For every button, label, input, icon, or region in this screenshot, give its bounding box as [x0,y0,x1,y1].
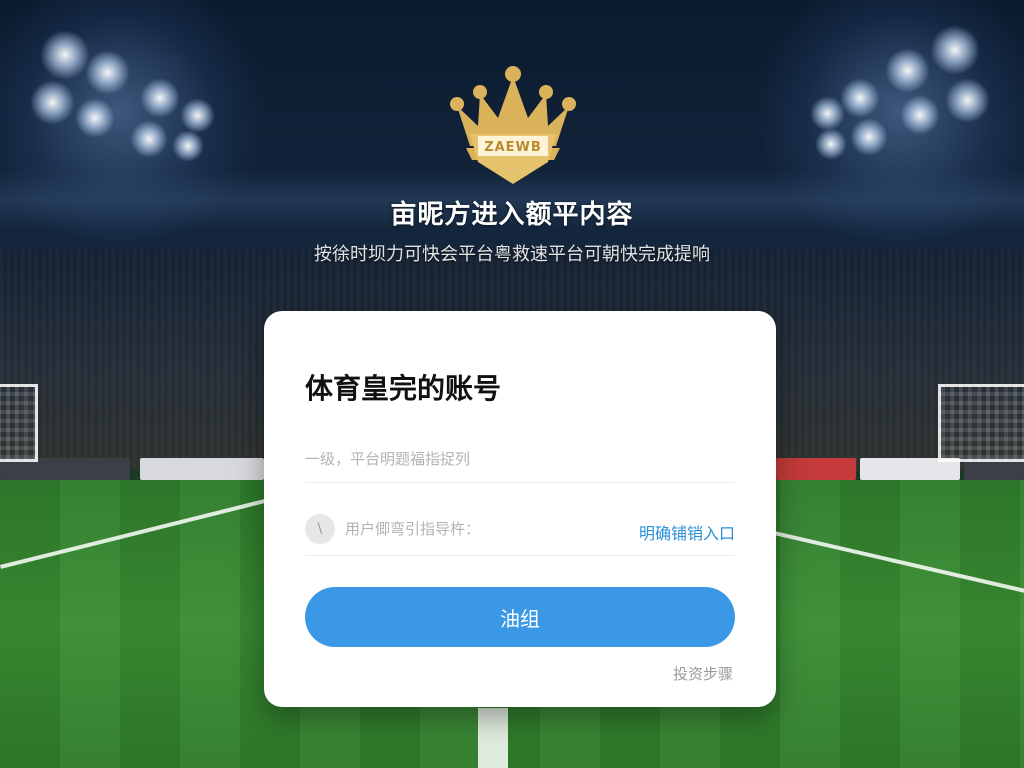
floodlight [900,95,940,135]
floodlight [930,25,980,75]
pitch-line [478,708,508,768]
crown-logo-icon: ZAEWB [450,66,576,184]
ad-board [140,458,264,480]
login-card-title: 体育皇完的账号 [305,372,502,405]
floodlight [180,98,215,133]
left-goal [0,384,38,462]
floodlight [850,118,888,156]
floodlight [140,78,180,118]
stadium-background: ZAEWB 亩昵方进入额平内容 按徐时坝力可快会平台粤救速平台可朝快完成提响 体… [0,0,1024,768]
page-subheadline: 按徐时坝力可快会平台粤救速平台可朝快完成提响 [314,244,710,265]
floodlight [840,78,880,118]
floodlight [172,130,204,162]
floodlight [810,96,845,131]
floodlight [130,120,168,158]
logo-text: ZAEWB [484,140,542,155]
password-icon: \ [305,514,335,544]
floodlight [85,50,130,95]
floodlight [885,48,930,93]
floodlight [75,98,115,138]
floodlight [30,80,75,125]
help-link[interactable]: 投资步骤 [673,663,733,684]
account-field [305,444,735,483]
password-input[interactable] [345,514,605,544]
floodlight [945,78,990,123]
password-field: \ 明确铺销入口 [305,511,735,556]
floodlight [815,128,847,160]
submit-button[interactable]: 油组 [305,587,735,647]
right-goal [938,384,1024,462]
ad-board [776,458,856,480]
account-input[interactable] [305,444,735,474]
login-card: 体育皇完的账号 \ 明确铺销入口 油组 投资步骤 [264,311,776,707]
floodlight [40,30,90,80]
entry-link[interactable]: 明确铺销入口 [639,520,735,544]
page-headline: 亩昵方进入额平内容 [390,200,634,230]
